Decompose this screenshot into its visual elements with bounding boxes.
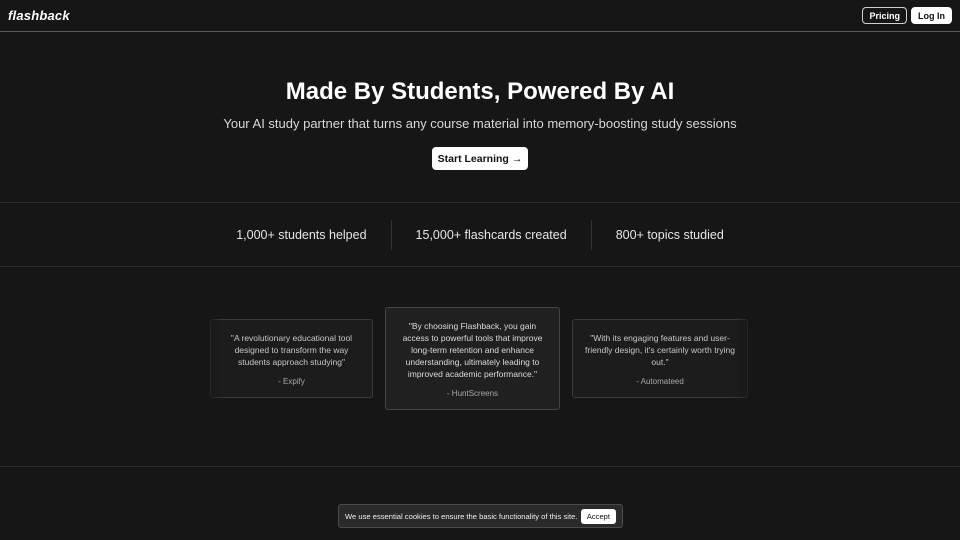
accept-cookies-button[interactable]: Accept xyxy=(580,508,616,524)
carousel-fade-right xyxy=(735,310,759,410)
logo[interactable]: flashback xyxy=(8,8,70,23)
testimonial-card: "A revolutionary educational tool design… xyxy=(210,319,373,398)
testimonial-quote: "By choosing Flashback, you gain access … xyxy=(402,321,543,379)
stats-bar: 1,000+ students helped 15,000+ flashcard… xyxy=(0,202,960,267)
testimonial-source: - Automateed xyxy=(636,377,684,386)
stat-topics: 800+ topics studied xyxy=(590,219,748,250)
testimonial-source: - Expify xyxy=(278,377,305,386)
testimonial-card: "By choosing Flashback, you gain access … xyxy=(385,307,560,410)
carousel-fade-left xyxy=(200,310,224,410)
start-learning-label: Start Learning xyxy=(437,152,509,165)
stat-students: 1,000+ students helped xyxy=(236,227,367,242)
nav-actions: Pricing Log In xyxy=(862,7,952,24)
login-button[interactable]: Log In xyxy=(911,7,952,24)
testimonial-quote: "With its engaging features and user-fri… xyxy=(585,333,735,367)
hero-subtitle: Your AI study partner that turns any cou… xyxy=(223,116,737,131)
hero-title: Made By Students, Powered By AI xyxy=(285,78,675,105)
testimonial-card: "With its engaging features and user-fri… xyxy=(572,319,748,398)
pricing-button[interactable]: Pricing xyxy=(862,7,907,24)
testimonial-source: - HuntScreens xyxy=(446,389,499,398)
top-navbar: flashback Pricing Log In xyxy=(0,0,960,32)
arrow-right-icon: → xyxy=(511,152,523,165)
testimonial-quote: "A revolutionary educational tool design… xyxy=(230,333,353,367)
start-learning-button[interactable]: Start Learning → xyxy=(432,147,528,170)
section-divider xyxy=(0,466,960,467)
cookie-message: We use essential cookies to ensure the b… xyxy=(345,511,578,521)
stat-flashcards: 15,000+ flashcards created xyxy=(390,219,591,250)
cookie-banner: We use essential cookies to ensure the b… xyxy=(338,504,623,528)
